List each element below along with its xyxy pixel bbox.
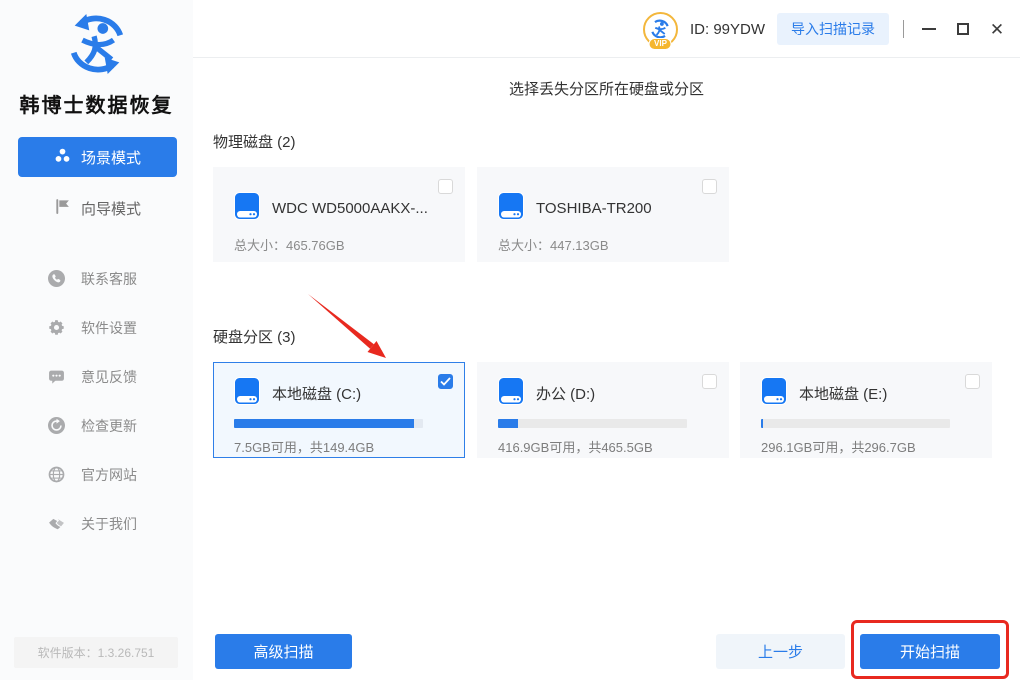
annotation-arrow — [306, 292, 396, 371]
scene-mode-icon — [54, 147, 71, 168]
disk-icon — [761, 377, 787, 410]
disk-card-wdc[interactable]: WDC WD5000AAKX-... 总大小：465.76GB — [213, 167, 465, 262]
partition-name: 办公 (D:) — [536, 386, 596, 403]
disk-card-toshiba[interactable]: TOSHIBA-TR200 总大小：447.13GB — [477, 167, 729, 262]
previous-step-button[interactable]: 上一步 — [716, 634, 845, 669]
start-scan-button[interactable]: 开始扫描 — [860, 634, 1000, 669]
partition-name: 本地磁盘 (E:) — [799, 386, 888, 403]
maximize-button[interactable] — [952, 18, 974, 40]
disk-icon — [234, 377, 260, 410]
handshake-icon — [48, 515, 65, 532]
vip-badge: VIP — [649, 37, 672, 50]
physical-disks-section-label: 物理磁盘 (2) — [213, 134, 296, 151]
scene-mode-label: 场景模式 — [80, 149, 141, 167]
user-id: ID: 99YDW — [689, 20, 765, 38]
disk-icon — [498, 377, 524, 410]
disk-name: TOSHIBA-TR200 — [536, 200, 652, 217]
disk-checkbox[interactable] — [438, 179, 453, 194]
close-button[interactable]: ✕ — [986, 18, 1008, 40]
wizard-mode-label: 向导模式 — [80, 200, 141, 218]
partition-checkbox[interactable] — [702, 374, 717, 389]
partition-name: 本地磁盘 (C:) — [272, 386, 362, 403]
close-icon: ✕ — [989, 19, 1005, 39]
sidebar: 韩博士数据恢复 场景模式 向导模式 联系客服 软件设置 意见反馈 检查更新 官方… — [0, 0, 193, 680]
window-controls-divider — [903, 20, 904, 38]
partition-checkbox[interactable] — [965, 374, 980, 389]
sidebar-item-contact-support[interactable]: 联系客服 — [0, 254, 193, 303]
partition-checkbox-checked[interactable] — [438, 374, 453, 389]
contact-support-label: 联系客服 — [81, 270, 137, 287]
sidebar-item-feedback[interactable]: 意见反馈 — [0, 352, 193, 401]
disk-size: 总大小：447.13GB — [498, 238, 609, 253]
sidebar-item-about-us[interactable]: 关于我们 — [0, 499, 193, 548]
sidebar-item-scene-mode[interactable]: 场景模式 — [18, 137, 177, 177]
partition-usage: 416.9GB可用，共465.5GB — [498, 440, 653, 455]
disk-name: WDC WD5000AAKX-... — [272, 200, 428, 217]
usage-bar — [761, 419, 950, 428]
partition-card-c[interactable]: 本地磁盘 (C:) 7.5GB可用，共149.4GB — [213, 362, 465, 458]
feedback-icon — [48, 368, 65, 385]
globe-icon — [48, 466, 65, 483]
import-scan-records-button[interactable]: 导入扫描记录 — [777, 13, 889, 45]
sidebar-item-wizard-mode[interactable]: 向导模式 — [18, 188, 177, 228]
partition-card-d[interactable]: 办公 (D:) 416.9GB可用，共465.5GB — [477, 362, 729, 458]
version-label: 软件版本：1.3.26.751 — [14, 637, 178, 668]
check-update-label: 检查更新 — [81, 417, 137, 434]
sidebar-menu: 联系客服 软件设置 意见反馈 检查更新 官方网站 关于我们 — [0, 254, 193, 548]
about-us-label: 关于我们 — [81, 515, 137, 532]
usage-bar — [234, 419, 423, 428]
minimize-button[interactable] — [918, 18, 940, 40]
minimize-icon — [922, 28, 936, 30]
settings-label: 软件设置 — [81, 319, 137, 336]
advanced-scan-button[interactable]: 高级扫描 — [215, 634, 352, 669]
gear-icon — [48, 319, 65, 336]
partition-usage: 7.5GB可用，共149.4GB — [234, 440, 375, 455]
disk-size: 总大小：465.76GB — [234, 238, 345, 253]
feedback-label: 意见反馈 — [81, 368, 137, 385]
partition-usage: 296.1GB可用，共296.7GB — [761, 440, 916, 455]
disk-icon — [498, 192, 524, 225]
flag-icon — [54, 198, 71, 219]
page-title: 选择丢失分区所在硬盘或分区 — [508, 81, 704, 98]
title-bar: VIP ID: 99YDW 导入扫描记录 ✕ — [193, 0, 1020, 58]
sidebar-item-check-update[interactable]: 检查更新 — [0, 401, 193, 450]
sidebar-item-official-site[interactable]: 官方网站 — [0, 450, 193, 499]
partitions-section-label: 硬盘分区 (3) — [213, 329, 296, 346]
disk-checkbox[interactable] — [702, 179, 717, 194]
maximize-icon — [957, 23, 969, 35]
user-avatar[interactable]: VIP — [642, 11, 678, 50]
update-icon — [48, 417, 65, 434]
app-title: 韩博士数据恢复 — [19, 95, 174, 117]
app-logo-icon — [0, 0, 193, 81]
sidebar-item-settings[interactable]: 软件设置 — [0, 303, 193, 352]
official-site-label: 官方网站 — [81, 466, 137, 483]
phone-icon — [48, 270, 65, 287]
disk-icon — [234, 192, 260, 225]
partition-card-e[interactable]: 本地磁盘 (E:) 296.1GB可用，共296.7GB — [740, 362, 992, 458]
usage-bar — [498, 419, 687, 428]
